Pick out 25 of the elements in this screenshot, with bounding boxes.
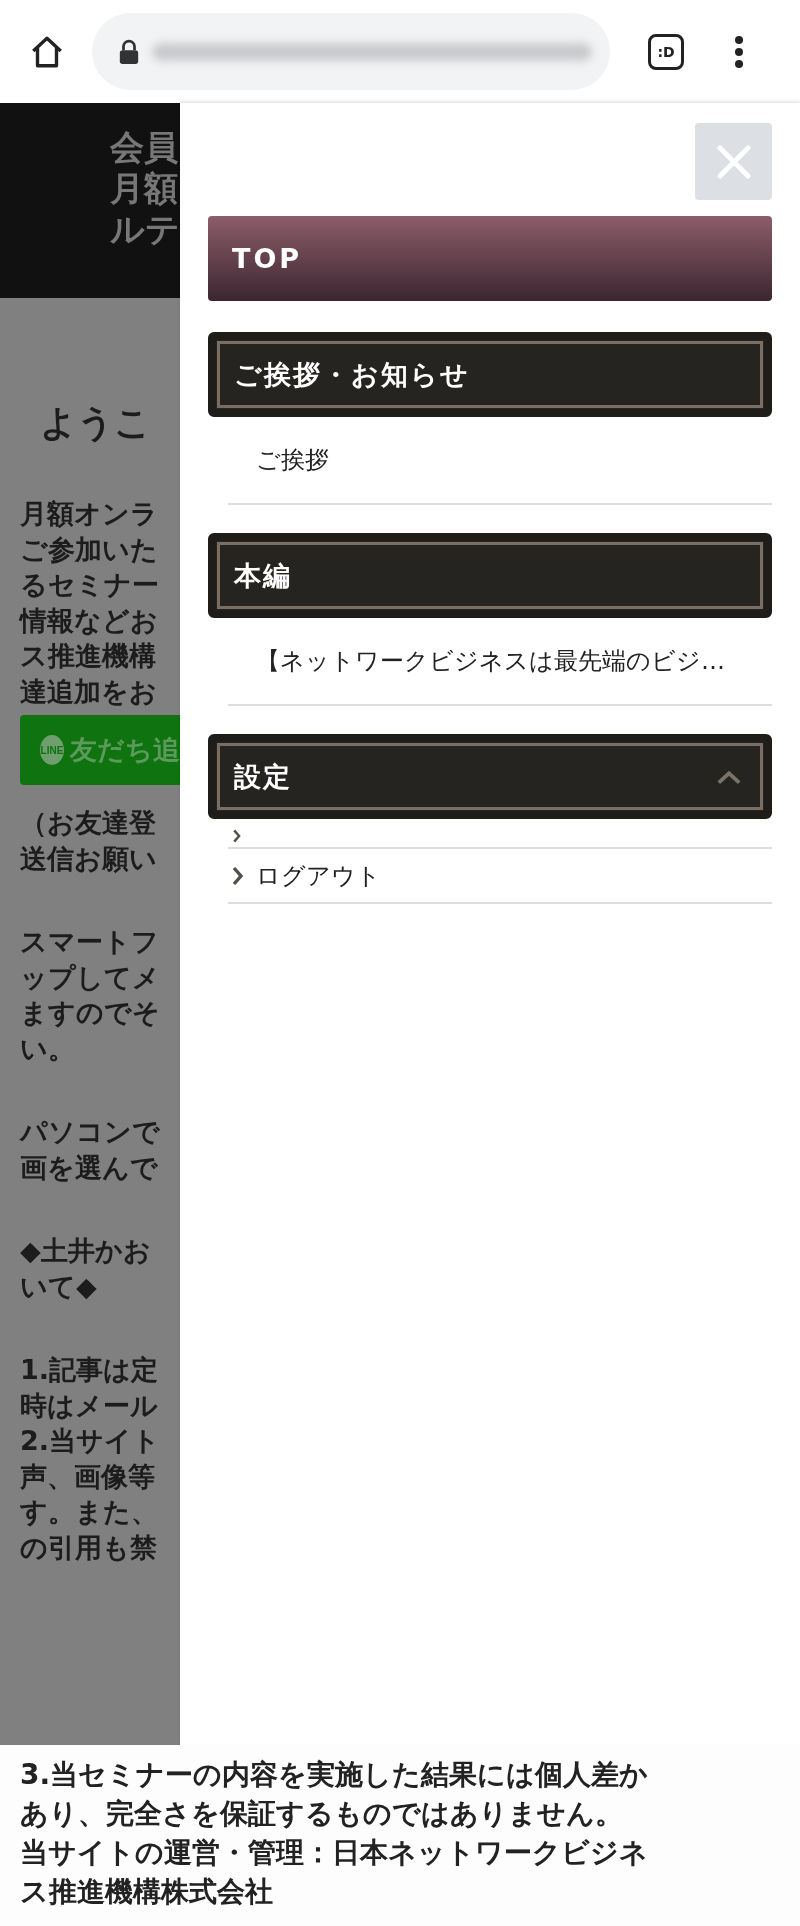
chevron-up-icon — [716, 768, 742, 785]
body-text: 月額オンラ ご参加いた るセミナー 情報などお ス推進機構 達追加をお — [20, 497, 160, 709]
header-text: 月額 — [110, 168, 179, 209]
menu-link[interactable]: ログアウト — [256, 859, 381, 892]
footer-text: 3.当セミナーの内容を実施した結果には個人差か あり、完全さを保証するものではありません。 当サイトの運営・管理：日本ネットワークビジネ ス推進機構株式会社 — [19, 1757, 650, 1910]
menu-section-header[interactable]: 本編 — [208, 533, 772, 618]
header-text: 会員 — [110, 127, 179, 168]
header-text: ルテ — [110, 209, 180, 250]
lock-icon — [118, 38, 140, 65]
line-logo-icon: LINE — [40, 735, 64, 765]
chevron-right-icon — [232, 829, 242, 843]
top-menu-button[interactable]: TOP — [208, 216, 772, 301]
body-text: スマートフ ップしてメ ますのでそ い。 — [20, 925, 161, 1066]
body-text: （お友達登 送信お願い — [20, 806, 158, 876]
menu-icon[interactable] — [734, 33, 744, 70]
menu-section-header[interactable]: ご挨拶・お知らせ — [208, 332, 772, 417]
menu-link[interactable]: 【ネットワークビジネスは最先端のビジ… — [256, 645, 725, 677]
page-heading: ようこ — [40, 401, 152, 445]
body-text: ◆土井かお いて◆ — [20, 1234, 152, 1304]
tab-switcher-button[interactable]: :D — [648, 33, 684, 70]
menu-link[interactable]: ご挨拶 — [256, 444, 329, 476]
body-text: パソコンで 画を選んで — [20, 1115, 161, 1185]
chevron-right-icon — [232, 865, 244, 886]
menu-section-header[interactable]: 設定 — [208, 734, 772, 819]
body-text: 1.記事は定 時はメール 2.当サイト 声、画像等 す。また、 の引用も禁 — [20, 1353, 162, 1565]
